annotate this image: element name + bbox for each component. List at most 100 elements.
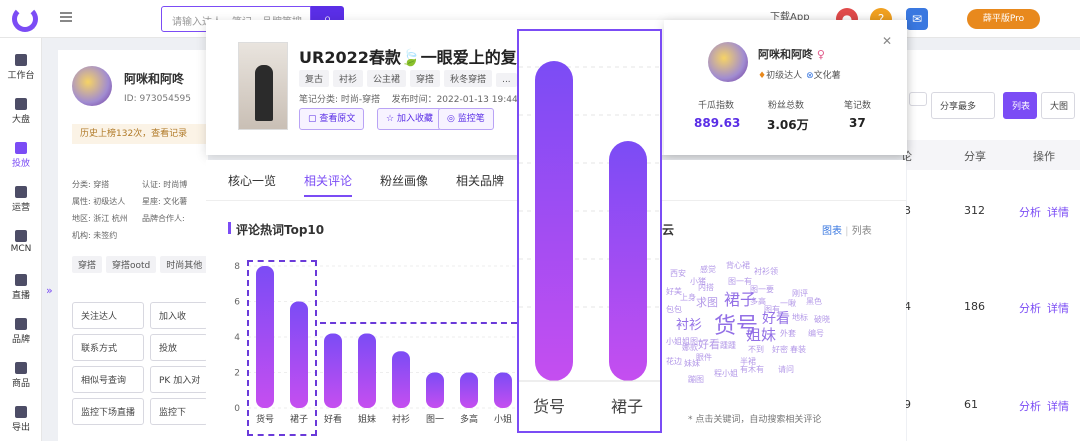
sidebar-item-export[interactable]: 导出 — [0, 406, 42, 433]
chart-icon — [15, 98, 27, 110]
cloud-word[interactable]: 衬衫领 — [754, 266, 778, 277]
menu-toggle-icon[interactable] — [60, 12, 72, 14]
cloud-word[interactable]: 踵踵 — [720, 340, 736, 351]
highlight-box — [247, 260, 317, 436]
goods-icon — [15, 362, 27, 374]
delivery-button[interactable]: 投放 — [150, 334, 208, 361]
collect-button[interactable]: 加入收 — [150, 302, 208, 329]
tab-fans[interactable]: 粉丝画像 — [380, 172, 428, 189]
pk-button[interactable]: PK 加入对 — [150, 366, 208, 393]
vip-badge[interactable]: 薛平版Pro — [967, 9, 1040, 29]
cloud-word[interactable]: 背心裙 — [726, 260, 750, 271]
chart-view-link[interactable]: 图表 — [822, 226, 842, 237]
monitor-button[interactable]: 监控下 — [150, 398, 208, 425]
creator-avatar[interactable] — [708, 42, 748, 82]
sidebar-item-mcn[interactable]: MCN — [0, 230, 42, 254]
monitor-live-button[interactable]: 监控下场直播 — [72, 398, 144, 425]
mail-icon[interactable]: ✉ — [906, 8, 928, 30]
sidebar-item-workbench[interactable]: 工作台 — [0, 54, 42, 81]
cloud-word[interactable]: 外套 — [780, 328, 796, 339]
cloud-word[interactable]: 不到 — [748, 344, 764, 355]
cloud-word[interactable]: 感觉 — [700, 264, 716, 275]
mcn-icon — [15, 230, 27, 242]
zoomed-bar-panel: 货号 裙子 — [517, 29, 662, 433]
tab-brands[interactable]: 相关品牌 — [456, 172, 504, 189]
sort-most-shared-button[interactable]: 分享最多 — [931, 92, 995, 119]
sidebar-item-delivery[interactable]: 投放 — [0, 142, 42, 169]
cloud-word[interactable]: 上身 — [680, 292, 696, 303]
grid-view-button[interactable]: 大图 — [1041, 92, 1075, 119]
tab-overview[interactable]: 核心一览 — [228, 172, 276, 189]
cloud-word[interactable]: 程小姐 — [714, 368, 738, 379]
category-chips: 穿搭 穿搭ootd 时尚其他 — [72, 256, 212, 273]
monitor-note-button[interactable]: ◎ 监控笔 — [438, 108, 494, 130]
similar-search-button[interactable]: 相似号查询 — [72, 366, 144, 393]
sidebar-item-overview[interactable]: 大盘 — [0, 98, 42, 125]
cloud-word[interactable]: 衬衫 — [676, 314, 702, 333]
female-icon: ♀ — [813, 48, 825, 61]
cloud-title: 云 — [662, 223, 675, 237]
bar[interactable] — [358, 333, 376, 408]
sidebar-item-live[interactable]: 直播 — [0, 274, 42, 301]
cloud-word[interactable]: 编号 — [808, 328, 824, 339]
cloud-word[interactable]: 内搭 — [698, 282, 714, 293]
cloud-word[interactable]: 好密 — [772, 344, 788, 355]
profile-fields: 分类: 穿搭 认证: 时尚博 属性: 初级达人 星座: 文化薯 地区: 浙江 杭州品… — [72, 180, 188, 240]
detail-link[interactable]: 详情 — [1047, 300, 1069, 316]
operation-icon — [15, 186, 27, 198]
cloud-word[interactable]: 春装 — [790, 344, 806, 355]
sidebar-item-operation[interactable]: 运营 — [0, 186, 42, 213]
x-tick-label: 好看 — [324, 413, 342, 425]
follow-button[interactable]: 关注达人 — [72, 302, 144, 329]
bar[interactable] — [494, 372, 512, 409]
sort-button[interactable] — [909, 92, 927, 106]
cloud-word[interactable]: 破晓 — [814, 314, 830, 325]
bar[interactable] — [426, 372, 444, 409]
profile-id: ID: 973054595 — [124, 94, 192, 104]
history-record-link[interactable]: 历史上榜132次，查看记录 — [72, 124, 212, 144]
creator-name[interactable]: 阿咪和阿咚 ♀ — [758, 46, 825, 62]
delivery-icon — [15, 142, 27, 154]
document-icon: ▢ — [308, 114, 320, 124]
section-marker — [228, 222, 231, 234]
fans-label: 粉丝总数 — [768, 101, 805, 111]
cloud-word[interactable]: 西安 — [670, 268, 686, 279]
background-profile-panel: 阿咪和阿咚 ID: 973054595 历史上榜132次，查看记录 分类: 穿搭… — [58, 50, 212, 441]
contact-button[interactable]: 联系方式 — [72, 334, 144, 361]
note-tags: 复古 衬衫 公主裙 穿搭 秋冬穿搭... — [299, 70, 521, 87]
expand-sidebar-icon[interactable]: » — [46, 284, 53, 297]
cloud-word[interactable]: 有木有 — [740, 364, 764, 375]
cloud-word[interactable]: 姐妹 — [746, 324, 776, 345]
zoom-label-1: 裙子 — [611, 397, 644, 416]
sidebar-item-brand[interactable]: 品牌 — [0, 318, 42, 345]
detail-link[interactable]: 详情 — [1047, 204, 1069, 220]
sidebar-item-goods[interactable]: 商品 — [0, 362, 42, 389]
app-logo-icon[interactable] — [12, 6, 38, 32]
list-view-button[interactable]: 列表 — [1003, 92, 1037, 119]
analysis-link[interactable]: 分析 — [1019, 300, 1041, 316]
cloud-word[interactable]: 妹妹 — [684, 358, 700, 369]
add-favorite-button[interactable]: ☆ 加入收藏 — [377, 108, 442, 130]
close-icon[interactable]: ✕ — [882, 34, 892, 48]
analysis-link[interactable]: 分析 — [1019, 398, 1041, 414]
list-view-link[interactable]: 列表 — [852, 226, 872, 237]
index-value: 889.63 — [694, 116, 741, 130]
background-note-table: 分享最多 列表 大图 论 分享 操作 3 312 分析 详情 4 186 分析 … — [901, 50, 1080, 441]
zoom-bar — [609, 141, 647, 381]
cloud-word[interactable]: 花边 — [666, 356, 682, 367]
y-tick-label: 0 — [234, 404, 240, 414]
tab-comments[interactable]: 相关评论 — [304, 172, 352, 189]
bar[interactable] — [460, 372, 478, 409]
cloud-word[interactable]: 蹦图 — [688, 374, 704, 385]
detail-link[interactable]: 详情 — [1047, 398, 1069, 414]
bar[interactable] — [324, 333, 342, 408]
bar[interactable] — [392, 351, 410, 408]
cloud-word[interactable]: 请问 — [778, 364, 794, 375]
note-thumbnail[interactable] — [238, 42, 288, 130]
analysis-link[interactable]: 分析 — [1019, 204, 1041, 220]
view-original-button[interactable]: ▢ 查看原文 — [299, 108, 365, 130]
cloud-word[interactable]: 黑色 — [806, 296, 822, 307]
zoom-label-0: 货号 — [533, 397, 566, 416]
word-cloud: 背心裙 西安 感觉 小猪 衬衫领 图一有 内搭 好美 图一要 上身 刚评 裙子 求图 黑色 多高 一啾 图有 包包… — [656, 260, 876, 400]
cloud-word[interactable]: 地标 — [792, 312, 808, 323]
